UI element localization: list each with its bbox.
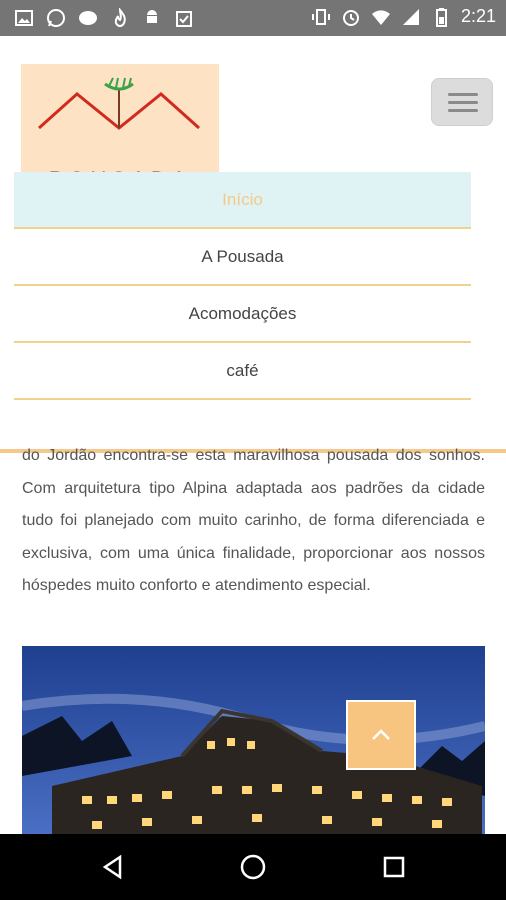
status-time: 2:21 [460,6,496,26]
system-nav-bar [0,834,506,900]
nav-item-label: café [226,360,259,380]
back-triangle-icon [102,854,122,880]
hamburger-menu-button[interactable] [431,78,493,126]
menu-bar-icon [448,93,478,96]
status-bar: 2:21 [0,0,506,36]
menu-bar-icon [448,101,478,104]
back-to-top-button[interactable] [346,700,416,770]
flame-icon [114,8,126,27]
nav-item-label: Início [222,189,263,209]
nav-item-cafe[interactable]: café [14,343,471,400]
vibrate-icon [311,8,330,25]
alarm-icon [342,9,359,26]
chat-bubble-icon [79,11,97,25]
roof-mountains-icon [37,77,201,130]
nav-item-a-pousada[interactable]: A Pousada [14,229,471,286]
intro-paragraph: do Jordão encontra-se esta maravilhosa p… [22,447,485,594]
wifi-icon [371,9,390,25]
android-icon [147,10,157,23]
nav-item-label: Acomodações [188,303,297,323]
home-circle-icon [240,854,266,880]
whatsapp-icon [47,9,65,27]
home-button[interactable] [238,852,268,882]
nav-item-inicio[interactable]: Início [14,172,471,229]
chevron-up-icon [372,729,390,740]
battery-icon [435,7,447,27]
site-header: POUSADA Início A Pousada Acomodações caf… [0,36,506,451]
recents-button[interactable] [379,852,409,882]
recents-square-icon [383,856,405,878]
clipboard-icon [176,11,192,27]
image-icon [15,10,33,26]
signal-icon [402,8,419,25]
back-button[interactable] [98,852,128,882]
intro-text: do Jordão encontra-se esta maravilhosa p… [22,440,485,630]
menu-bar-icon [448,109,478,112]
nav-dropdown: Início A Pousada Acomodações café [14,172,471,400]
nav-item-acomodacoes[interactable]: Acomodações [14,286,471,343]
nav-item-label: A Pousada [201,246,284,266]
